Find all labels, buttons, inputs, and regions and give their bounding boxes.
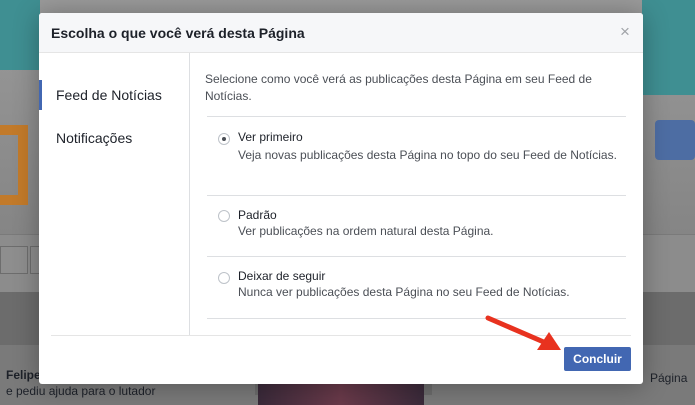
- option-description: Nunca ver publicações desta Página no se…: [238, 285, 570, 299]
- divider: [207, 318, 626, 319]
- sidebar-item-news-feed[interactable]: Feed de Notícias: [39, 80, 190, 110]
- dialog-header: Escolha o que você verá desta Página ×: [39, 13, 643, 53]
- radio-unfollow[interactable]: [218, 272, 230, 284]
- option-title: Deixar de seguir: [238, 269, 326, 283]
- option-default[interactable]: Padrão Ver publicações na ordem natural …: [207, 196, 626, 256]
- post-author[interactable]: Felipe: [6, 368, 41, 382]
- radio-default[interactable]: [218, 210, 230, 222]
- close-icon[interactable]: ×: [617, 23, 633, 41]
- dialog-title: Escolha o que você verá desta Página: [51, 25, 305, 41]
- radio-see-first[interactable]: [218, 133, 230, 145]
- cover-decoration: [655, 120, 695, 160]
- cover-decoration: [642, 0, 695, 95]
- option-description: Veja novas publicações desta Página no t…: [238, 148, 617, 162]
- dialog-content: Selecione como você verá as publicações …: [205, 53, 629, 335]
- option-description: Ver publicações na ordem natural desta P…: [238, 224, 494, 238]
- side-label: Página: [650, 371, 688, 385]
- footer-divider: [51, 335, 631, 336]
- post-snippet: e pediu ajuda para o lutador: [6, 384, 156, 398]
- sidebar-item-notifications[interactable]: Notificações: [39, 123, 190, 153]
- option-see-first[interactable]: Ver primeiro Veja novas publicações dest…: [207, 117, 626, 195]
- dialog-sidebar: Feed de Notícias Notificações: [39, 53, 190, 335]
- cover-decoration: [0, 125, 28, 205]
- dropdown-button[interactable]: [0, 246, 28, 274]
- cover-decoration: [0, 0, 40, 70]
- done-button[interactable]: Concluir: [564, 347, 631, 371]
- see-first-dialog: Escolha o que você verá desta Página × F…: [39, 13, 643, 384]
- section-description: Selecione como você verá as publicações …: [205, 72, 592, 103]
- option-title: Padrão: [238, 208, 277, 222]
- option-unfollow[interactable]: Deixar de seguir Nunca ver publicações d…: [207, 257, 626, 318]
- option-title: Ver primeiro: [238, 130, 303, 144]
